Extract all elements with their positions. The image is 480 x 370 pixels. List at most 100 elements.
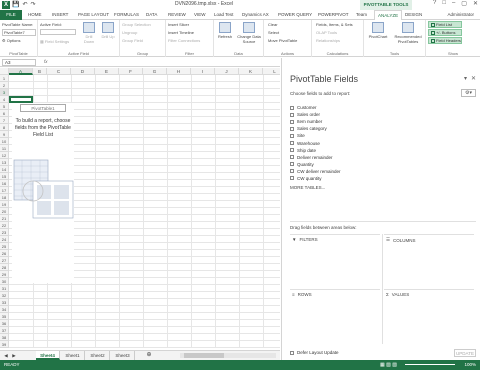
- update-button[interactable]: UPDATE: [454, 349, 476, 357]
- checkbox-icon[interactable]: [290, 141, 294, 146]
- row-header[interactable]: 35: [0, 313, 9, 320]
- clear-button[interactable]: Clear: [268, 22, 278, 27]
- tab-dynamics-ax[interactable]: Dynamics AX: [242, 10, 269, 20]
- sheet-tab-sheet2[interactable]: Sheet2: [86, 351, 110, 360]
- field-item[interactable]: Site: [290, 132, 474, 139]
- relationships-button[interactable]: Relationships: [316, 38, 340, 43]
- field-headers-toggle[interactable]: Field Headers: [428, 37, 462, 44]
- checkbox-icon[interactable]: [290, 176, 294, 181]
- new-sheet-icon[interactable]: ⊕: [144, 351, 154, 360]
- help-icon[interactable]: ?: [433, 0, 436, 7]
- row-header[interactable]: 19: [0, 201, 9, 208]
- refresh-button[interactable]: Refresh: [216, 22, 234, 39]
- columns-area[interactable]: ☰ COLUMNS: [384, 234, 474, 289]
- field-item[interactable]: Sales category: [290, 125, 474, 132]
- recommended-pivottables-button[interactable]: Recommended PivotTables: [392, 22, 424, 44]
- zoom-slider[interactable]: [405, 364, 455, 365]
- drill-down-button[interactable]: Drill Down: [80, 22, 98, 44]
- tab-design[interactable]: DESIGN: [405, 10, 422, 20]
- row-header[interactable]: 26: [0, 250, 9, 257]
- rows-area[interactable]: ≡ ROWS: [290, 289, 380, 344]
- close-icon[interactable]: ✕: [473, 0, 478, 7]
- tab-power-query[interactable]: POWER QUERY: [278, 10, 312, 20]
- column-header[interactable]: B: [33, 68, 47, 75]
- defer-layout-update[interactable]: Defer Layout Update: [290, 350, 339, 355]
- close-icon[interactable]: ✕: [471, 75, 476, 82]
- tab-data[interactable]: DATA: [146, 10, 157, 20]
- row-header[interactable]: 6: [0, 110, 9, 117]
- move-pivottable-button[interactable]: Move PivotTable: [268, 38, 297, 43]
- row-header[interactable]: 23: [0, 229, 9, 236]
- row-header[interactable]: 22: [0, 222, 9, 229]
- active-cell[interactable]: [9, 96, 33, 103]
- maximize-icon[interactable]: ▢: [461, 0, 467, 7]
- row-header[interactable]: 36: [0, 320, 9, 327]
- checkbox-icon[interactable]: [290, 119, 294, 124]
- row-header[interactable]: 15: [0, 173, 9, 180]
- options-button[interactable]: ⚙ Options: [2, 38, 21, 43]
- more-tables-link[interactable]: MORE TABLES...: [290, 185, 474, 190]
- row-header[interactable]: 21: [0, 215, 9, 222]
- redo-icon[interactable]: ↷: [31, 1, 36, 8]
- pivottable-placeholder[interactable]: PivotTable1 To build a report, choose fi…: [12, 103, 74, 283]
- checkbox-icon[interactable]: [290, 155, 294, 160]
- fields-items-sets-button[interactable]: Fields, Items, & Sets: [316, 22, 353, 27]
- row-header[interactable]: 33: [0, 299, 9, 306]
- minimize-icon[interactable]: –: [452, 0, 455, 7]
- save-icon[interactable]: 💾: [12, 1, 19, 8]
- olap-tools-button[interactable]: OLAP Tools: [316, 30, 337, 35]
- active-field-input[interactable]: [40, 29, 76, 35]
- row-header[interactable]: 20: [0, 208, 9, 215]
- tab-load-test[interactable]: Load Test: [214, 10, 233, 20]
- row-header[interactable]: 1: [0, 75, 9, 82]
- row-header[interactable]: 37: [0, 327, 9, 334]
- row-header[interactable]: 14: [0, 166, 9, 173]
- row-header[interactable]: 13: [0, 159, 9, 166]
- checkbox-icon[interactable]: [290, 350, 294, 355]
- field-item[interactable]: Deliver remainder: [290, 154, 474, 161]
- select-button[interactable]: Select: [268, 30, 279, 35]
- column-header[interactable]: D: [71, 68, 95, 75]
- row-header[interactable]: 31: [0, 285, 9, 292]
- tab-view[interactable]: VIEW: [194, 10, 206, 20]
- row-header[interactable]: 7: [0, 117, 9, 124]
- insert-slicer-button[interactable]: Insert Slicer: [168, 22, 189, 27]
- row-header[interactable]: 17: [0, 187, 9, 194]
- tab-file[interactable]: FILE: [0, 10, 22, 20]
- scroll-left-icon[interactable]: ◀: [2, 351, 10, 360]
- buttons-toggle[interactable]: +/- Buttons: [428, 29, 462, 36]
- row-header[interactable]: 29: [0, 271, 9, 278]
- group-selection-button[interactable]: Group Selection: [122, 22, 151, 27]
- drill-up-button[interactable]: Drill Up: [99, 22, 117, 39]
- column-header[interactable]: L: [263, 68, 280, 75]
- tab-home[interactable]: HOME: [28, 10, 42, 20]
- values-area[interactable]: Σ VALUES: [384, 289, 474, 344]
- row-header[interactable]: 12: [0, 152, 9, 159]
- tab-analyze[interactable]: ANALYZE: [374, 10, 403, 20]
- settings-gear-button[interactable]: ⚙▾: [461, 89, 476, 97]
- column-header[interactable]: J: [215, 68, 239, 75]
- tab-formulas[interactable]: FORMULAS: [114, 10, 139, 20]
- select-all-corner[interactable]: [0, 68, 9, 75]
- row-header[interactable]: 8: [0, 124, 9, 131]
- row-header[interactable]: 4: [0, 96, 9, 103]
- fx-icon[interactable]: fx: [44, 59, 48, 64]
- row-header[interactable]: 32: [0, 292, 9, 299]
- column-header[interactable]: H: [167, 68, 191, 75]
- checkbox-icon[interactable]: [290, 112, 294, 117]
- field-item[interactable]: Quantity: [290, 161, 474, 168]
- group-field-button[interactable]: Group Field: [122, 38, 143, 43]
- tab-page-layout[interactable]: PAGE LAYOUT: [78, 10, 109, 20]
- user-account[interactable]: Administrator: [447, 10, 474, 20]
- row-header[interactable]: 27: [0, 257, 9, 264]
- checkbox-icon[interactable]: [290, 105, 294, 110]
- row-header[interactable]: 18: [0, 194, 9, 201]
- tab-insert[interactable]: INSERT: [52, 10, 68, 20]
- row-header[interactable]: 25: [0, 243, 9, 250]
- row-header[interactable]: 34: [0, 306, 9, 313]
- field-list-toggle[interactable]: Field List: [428, 21, 462, 28]
- pivottable-name-input[interactable]: PivotTable7: [2, 29, 36, 36]
- row-header[interactable]: 39: [0, 341, 9, 348]
- horizontal-scrollbar[interactable]: [180, 353, 276, 358]
- ribbon-display-icon[interactable]: □: [442, 0, 446, 7]
